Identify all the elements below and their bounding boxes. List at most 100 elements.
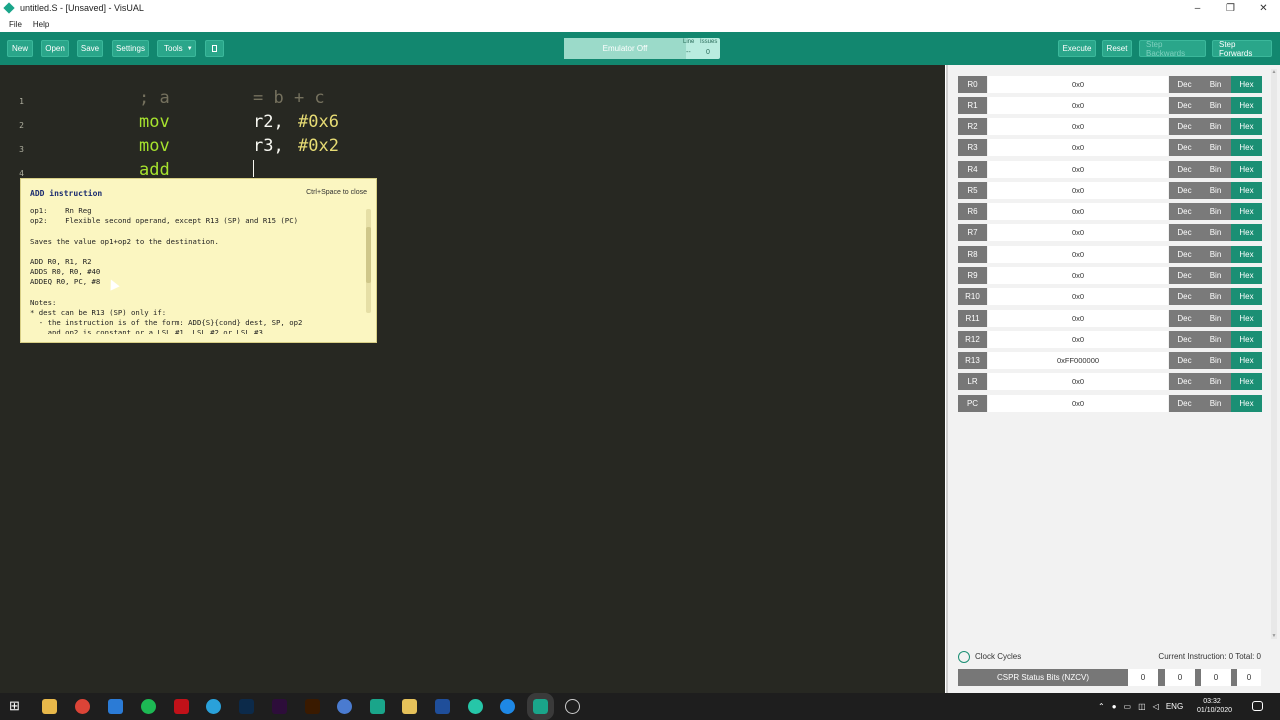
format-hex-button[interactable]: Hex bbox=[1231, 373, 1262, 390]
format-bin-button[interactable]: Bin bbox=[1200, 182, 1231, 199]
network-icon[interactable]: ◫ bbox=[1138, 702, 1146, 711]
language-indicator[interactable]: ENG bbox=[1166, 702, 1183, 711]
notification-icon[interactable] bbox=[1252, 701, 1263, 711]
format-hex-button[interactable]: Hex bbox=[1231, 246, 1262, 263]
format-dec-button[interactable]: Dec bbox=[1169, 395, 1200, 412]
premiere-icon[interactable] bbox=[272, 699, 287, 714]
microphone-icon[interactable]: ● bbox=[1112, 702, 1117, 711]
format-bin-button[interactable]: Bin bbox=[1200, 395, 1231, 412]
format-dec-button[interactable]: Dec bbox=[1169, 161, 1200, 178]
panel-scrollbar[interactable]: ▲ ▼ bbox=[1271, 69, 1277, 639]
register-row-r5: R5 0x0 Dec Bin Hex bbox=[958, 182, 1262, 199]
scroll-up-icon[interactable]: ▲ bbox=[1271, 69, 1277, 75]
tools-button[interactable]: Tools ▼ bbox=[157, 40, 196, 57]
layout-toggle-button[interactable] bbox=[205, 40, 224, 57]
settings-button[interactable]: Settings bbox=[112, 40, 149, 57]
cube-app-icon[interactable] bbox=[370, 699, 385, 714]
chrome-icon[interactable] bbox=[75, 699, 90, 714]
format-bin-button[interactable]: Bin bbox=[1200, 373, 1231, 390]
format-bin-button[interactable]: Bin bbox=[1200, 76, 1231, 93]
format-bin-button[interactable]: Bin bbox=[1200, 118, 1231, 135]
reset-button[interactable]: Reset bbox=[1102, 40, 1132, 57]
close-icon[interactable]: ✕ bbox=[1247, 0, 1280, 16]
format-bin-button[interactable]: Bin bbox=[1200, 267, 1231, 284]
format-dec-button[interactable]: Dec bbox=[1169, 203, 1200, 220]
spotify-icon[interactable] bbox=[141, 699, 156, 714]
telegram-icon[interactable] bbox=[206, 699, 221, 714]
file-explorer-icon[interactable] bbox=[42, 699, 57, 714]
format-dec-button[interactable]: Dec bbox=[1169, 224, 1200, 241]
taskbar-clock[interactable]: 03:32 01/10/2020 bbox=[1197, 697, 1232, 715]
format-dec-button[interactable]: Dec bbox=[1169, 373, 1200, 390]
code-editor[interactable]: 1 2 3 4 ; a = b + c mov r2, #0x6 mov r3,… bbox=[0, 65, 945, 693]
tools-app-icon[interactable] bbox=[402, 699, 417, 714]
line-value: -- bbox=[686, 49, 691, 56]
format-hex-button[interactable]: Hex bbox=[1231, 224, 1262, 241]
format-hex-button[interactable]: Hex bbox=[1231, 288, 1262, 305]
format-dec-button[interactable]: Dec bbox=[1169, 118, 1200, 135]
format-dec-button[interactable]: Dec bbox=[1169, 182, 1200, 199]
volume-icon[interactable]: ◁ bbox=[1153, 702, 1159, 711]
edge-icon[interactable] bbox=[500, 699, 515, 714]
format-hex-button[interactable]: Hex bbox=[1231, 182, 1262, 199]
illustrator-icon[interactable] bbox=[305, 699, 320, 714]
format-hex-button[interactable]: Hex bbox=[1231, 139, 1262, 156]
format-hex-button[interactable]: Hex bbox=[1231, 331, 1262, 348]
format-bin-button[interactable]: Bin bbox=[1200, 352, 1231, 369]
format-dec-button[interactable]: Dec bbox=[1169, 139, 1200, 156]
code-register: r3, bbox=[253, 136, 284, 156]
menu-help[interactable]: Help bbox=[33, 20, 49, 29]
chevron-up-icon[interactable]: ⌃ bbox=[1098, 702, 1105, 711]
netflix-icon[interactable] bbox=[174, 699, 189, 714]
save-button[interactable]: Save bbox=[77, 40, 103, 57]
format-dec-button[interactable]: Dec bbox=[1169, 310, 1200, 327]
format-bin-button[interactable]: Bin bbox=[1200, 161, 1231, 178]
format-bin-button[interactable]: Bin bbox=[1200, 288, 1231, 305]
popup-scrollbar[interactable] bbox=[366, 209, 371, 313]
format-dec-button[interactable]: Dec bbox=[1169, 288, 1200, 305]
cspr-label: CSPR Status Bits (NZCV) bbox=[996, 673, 1089, 682]
format-bin-button[interactable]: Bin bbox=[1200, 331, 1231, 348]
powershell-icon[interactable] bbox=[435, 699, 450, 714]
step-forwards-button[interactable]: Step Forwards bbox=[1212, 40, 1272, 58]
format-hex-button[interactable]: Hex bbox=[1231, 203, 1262, 220]
visual-taskbar-icon[interactable] bbox=[527, 693, 554, 720]
app-icon[interactable] bbox=[337, 699, 352, 714]
format-hex-button[interactable]: Hex bbox=[1231, 97, 1262, 114]
format-hex-button[interactable]: Hex bbox=[1231, 395, 1262, 412]
format-dec-button[interactable]: Dec bbox=[1169, 267, 1200, 284]
format-bin-button[interactable]: Bin bbox=[1200, 203, 1231, 220]
format-hex-button[interactable]: Hex bbox=[1231, 310, 1262, 327]
format-bin-button[interactable]: Bin bbox=[1200, 224, 1231, 241]
format-dec-button[interactable]: Dec bbox=[1169, 331, 1200, 348]
scroll-down-icon[interactable]: ▼ bbox=[1271, 633, 1277, 639]
vscode-icon[interactable] bbox=[108, 699, 123, 714]
maximize-icon[interactable]: ❐ bbox=[1214, 0, 1247, 16]
format-dec-button[interactable]: Dec bbox=[1169, 352, 1200, 369]
format-hex-button[interactable]: Hex bbox=[1231, 76, 1262, 93]
battery-icon[interactable]: ▭ bbox=[1124, 702, 1132, 711]
menu-file[interactable]: File bbox=[9, 20, 22, 29]
format-bin-button[interactable]: Bin bbox=[1200, 97, 1231, 114]
windows-start-icon[interactable]: ⊞ bbox=[9, 698, 24, 713]
step-backwards-button[interactable]: Step Backwards bbox=[1139, 40, 1206, 58]
format-hex-button[interactable]: Hex bbox=[1231, 118, 1262, 135]
minimize-icon[interactable]: – bbox=[1181, 0, 1214, 16]
format-bin-button[interactable]: Bin bbox=[1200, 139, 1231, 156]
format-hex-button[interactable]: Hex bbox=[1231, 352, 1262, 369]
register-row-r4: R4 0x0 Dec Bin Hex bbox=[958, 161, 1262, 178]
format-bin-button[interactable]: Bin bbox=[1200, 310, 1231, 327]
format-hex-button[interactable]: Hex bbox=[1231, 267, 1262, 284]
format-dec-button[interactable]: Dec bbox=[1169, 246, 1200, 263]
format-dec-button[interactable]: Dec bbox=[1169, 97, 1200, 114]
app-icon[interactable] bbox=[565, 699, 580, 714]
format-hex-button[interactable]: Hex bbox=[1231, 161, 1262, 178]
execute-button[interactable]: Execute bbox=[1058, 40, 1096, 57]
app-icon[interactable] bbox=[468, 699, 483, 714]
format-bin-button[interactable]: Bin bbox=[1200, 246, 1231, 263]
scrollbar-thumb[interactable] bbox=[366, 227, 371, 283]
photoshop-icon[interactable] bbox=[239, 699, 254, 714]
new-button[interactable]: New bbox=[7, 40, 33, 57]
format-dec-button[interactable]: Dec bbox=[1169, 76, 1200, 93]
open-button[interactable]: Open bbox=[41, 40, 69, 57]
